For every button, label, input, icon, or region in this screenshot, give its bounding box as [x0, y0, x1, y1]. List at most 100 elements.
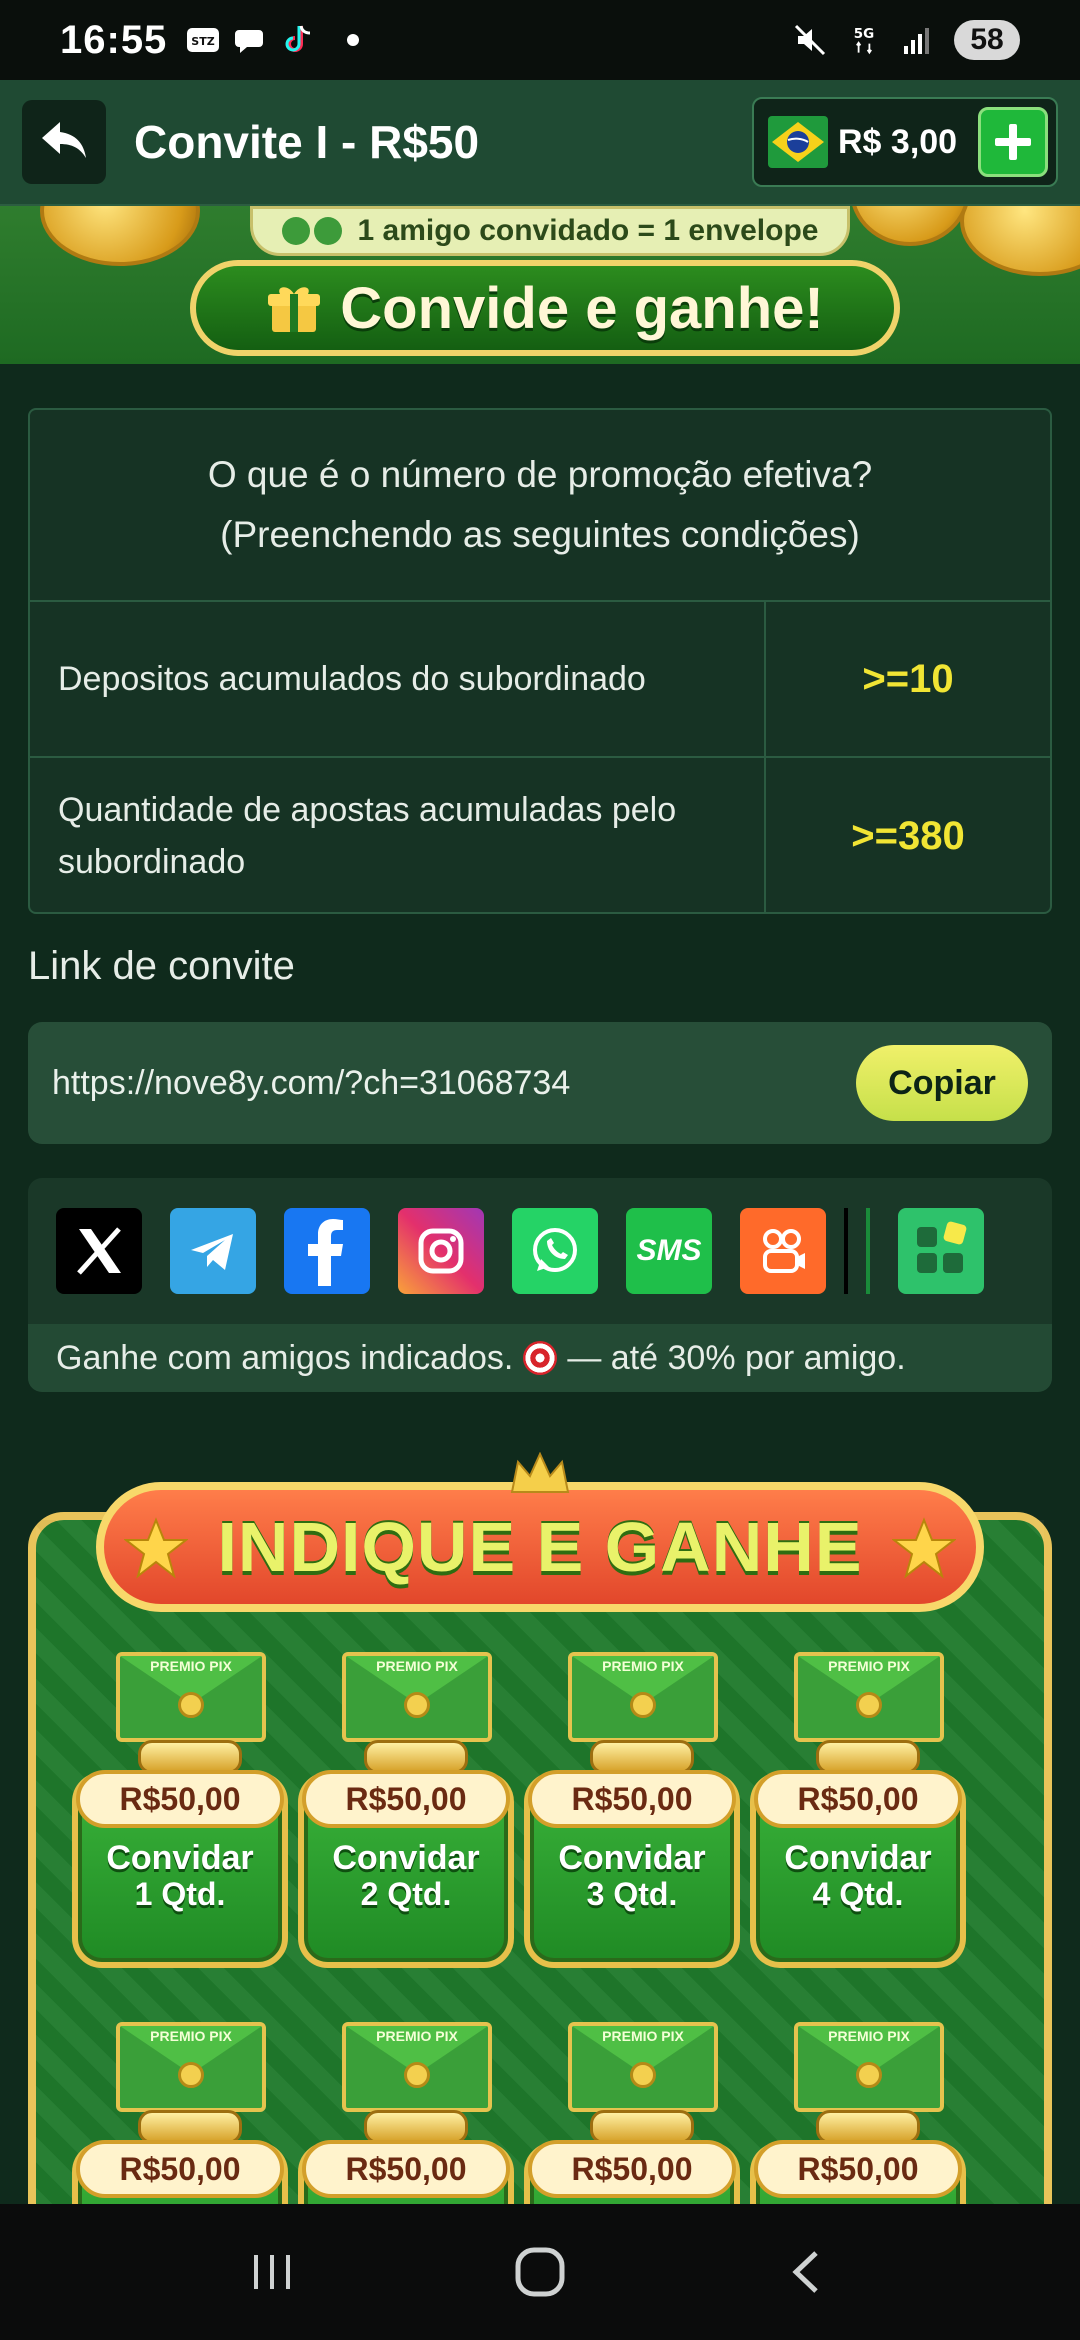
reward-price: R$50,00: [528, 2140, 736, 2198]
x-icon[interactable]: [56, 1208, 142, 1294]
pedestal: [138, 2110, 242, 2144]
condition-row: Quantidade de apostas acumuladas pelo su…: [30, 758, 1050, 914]
invite-label: Convidar: [558, 1839, 706, 1877]
plus-icon: [995, 124, 1031, 160]
app-header: Convite I - R$50 R$ 3,00: [0, 80, 1080, 206]
battery-indicator: 58: [954, 20, 1020, 60]
reward-card[interactable]: PREMIO PIX R$50,00: [68, 2022, 292, 2204]
reward-card[interactable]: PREMIO PIX R$50,00: [520, 2022, 744, 2204]
reward-price: R$50,00: [754, 2140, 962, 2198]
home-icon: [515, 2247, 565, 2297]
envelope-label: PREMIO PIX: [828, 2028, 910, 2044]
brazil-flag-icon: [768, 116, 828, 168]
back-arrow-icon: [42, 122, 86, 158]
envelope-icon: PREMIO PIX: [116, 1652, 266, 1742]
invite-quantity: 1 Qtd.: [134, 1876, 226, 1912]
envelope-icon: PREMIO PIX: [794, 1652, 944, 1742]
target-icon: [523, 1341, 558, 1375]
banner-info-pill: 1 amigo convidado = 1 envelope: [250, 206, 850, 256]
pedestal: [816, 1740, 920, 1774]
deposit-button[interactable]: [978, 107, 1048, 177]
copy-button[interactable]: Copiar: [856, 1045, 1028, 1121]
pedestal: [364, 2110, 468, 2144]
instagram-icon[interactable]: [398, 1208, 484, 1294]
back-button[interactable]: [22, 100, 106, 184]
share-note-text: Ganhe com amigos indicados.: [56, 1338, 514, 1377]
reward-action: Convidar 4 Qtd.: [750, 1840, 966, 1912]
svg-text:5G: 5G: [854, 26, 874, 42]
coin-icon: [40, 206, 200, 266]
kwai-icon[interactable]: [740, 1208, 826, 1294]
scroll-divider: [866, 1208, 870, 1294]
balance-amount: R$ 3,00: [838, 122, 958, 161]
indique-e-ganhe-panel: INDIQUE E GANHE PREMIO PIX R$50,00 Convi…: [28, 1452, 1052, 2204]
more-notifications-dot: [347, 34, 360, 46]
status-time: 16:55: [60, 17, 168, 62]
people-icon: [281, 217, 342, 245]
whatsapp-icon[interactable]: [512, 1208, 598, 1294]
promo-banner[interactable]: 1 amigo convidado = 1 envelope Convide e…: [0, 206, 1080, 364]
chevron-left-icon: [792, 2251, 818, 2293]
tiktok-icon: [281, 22, 317, 58]
star-icon: [892, 1517, 956, 1579]
invite-quantity: 2 Qtd.: [360, 1876, 452, 1912]
promo-title-ribbon: INDIQUE E GANHE: [96, 1482, 984, 1612]
reward-grid: PREMIO PIX R$50,00 Convidar 1 Qtd. PREMIO…: [68, 1652, 1012, 2204]
reward-price: R$50,00: [76, 2140, 284, 2198]
back-nav-button[interactable]: [767, 2232, 847, 2312]
reward-card[interactable]: PREMIO PIX R$50,00 Convidar 1 Qtd.: [68, 1652, 292, 1978]
5g-icon: 5G: [846, 22, 882, 58]
condition-label: Depositos acumulados do subordinado: [30, 602, 766, 756]
sms-icon[interactable]: SMS: [626, 1208, 712, 1294]
share-note-text-after: — até 30% por amigo.: [567, 1338, 906, 1377]
invite-link-url[interactable]: https://nove8y.com/?ch=31068734: [52, 1064, 570, 1103]
stz-app-icon: STZ: [185, 22, 221, 58]
envelope-label: PREMIO PIX: [828, 1658, 910, 1674]
more-apps-icon[interactable]: [898, 1208, 984, 1294]
status-bar: 16:55 STZ 5G 58: [0, 0, 1080, 80]
telegram-icon[interactable]: [170, 1208, 256, 1294]
recent-apps-button[interactable]: [233, 2232, 313, 2312]
share-icons-row: SMS: [28, 1178, 1052, 1324]
reward-action: Convidar 2 Qtd.: [298, 1840, 514, 1912]
reward-card[interactable]: PREMIO PIX R$50,00: [746, 2022, 970, 2204]
seal-icon: [404, 1692, 430, 1718]
reward-price: R$50,00: [302, 1770, 510, 1828]
seal-icon: [856, 1692, 882, 1718]
envelope-label: PREMIO PIX: [150, 2028, 232, 2044]
envelope-label: PREMIO PIX: [376, 2028, 458, 2044]
conditions-heading-line2: (Preenchendo as seguintes condições): [220, 514, 860, 555]
seal-icon: [856, 2062, 882, 2088]
envelope-label: PREMIO PIX: [376, 1658, 458, 1674]
pedestal: [590, 2110, 694, 2144]
invite-quantity: 4 Qtd.: [812, 1876, 904, 1912]
reward-card[interactable]: PREMIO PIX R$50,00 Convidar 3 Qtd.: [520, 1652, 744, 1978]
svg-text:STZ: STZ: [192, 35, 215, 48]
chat-bubble-icon: [233, 22, 269, 58]
wallet-balance[interactable]: R$ 3,00: [752, 97, 1058, 187]
conditions-heading-line1: O que é o número de promoção efetiva?: [207, 454, 873, 495]
envelope-label: PREMIO PIX: [150, 1658, 232, 1674]
reward-price: R$50,00: [76, 1770, 284, 1828]
envelope-label: PREMIO PIX: [602, 1658, 684, 1674]
invite-link-box: https://nove8y.com/?ch=31068734 Copiar: [28, 1022, 1052, 1144]
promotion-conditions-table: O que é o número de promoção efetiva? (P…: [28, 408, 1052, 914]
reward-action: Convidar 3 Qtd.: [524, 1840, 740, 1912]
reward-card[interactable]: PREMIO PIX R$50,00 Convidar 4 Qtd.: [746, 1652, 970, 1978]
invite-quantity: 3 Qtd.: [586, 1876, 678, 1912]
banner-info-text: 1 amigo convidado = 1 envelope: [357, 214, 819, 247]
envelope-icon: PREMIO PIX: [342, 1652, 492, 1742]
reward-price: R$50,00: [528, 1770, 736, 1828]
mute-icon: [792, 22, 828, 58]
reward-card[interactable]: PREMIO PIX R$50,00: [294, 2022, 518, 2204]
share-panel: SMS Ganhe com amigos indicados. — até 30…: [28, 1178, 1052, 1392]
signal-icon: [900, 22, 936, 58]
envelope-icon: PREMIO PIX: [116, 2022, 266, 2112]
promo-title: INDIQUE E GANHE: [217, 1508, 863, 1586]
reward-card[interactable]: PREMIO PIX R$50,00 Convidar 2 Qtd.: [294, 1652, 518, 1978]
facebook-icon[interactable]: [284, 1208, 370, 1294]
home-button[interactable]: [500, 2232, 580, 2312]
seal-icon: [178, 1692, 204, 1718]
banner-cta[interactable]: Convide e ganhe!: [190, 260, 900, 356]
envelope-icon: PREMIO PIX: [568, 1652, 718, 1742]
